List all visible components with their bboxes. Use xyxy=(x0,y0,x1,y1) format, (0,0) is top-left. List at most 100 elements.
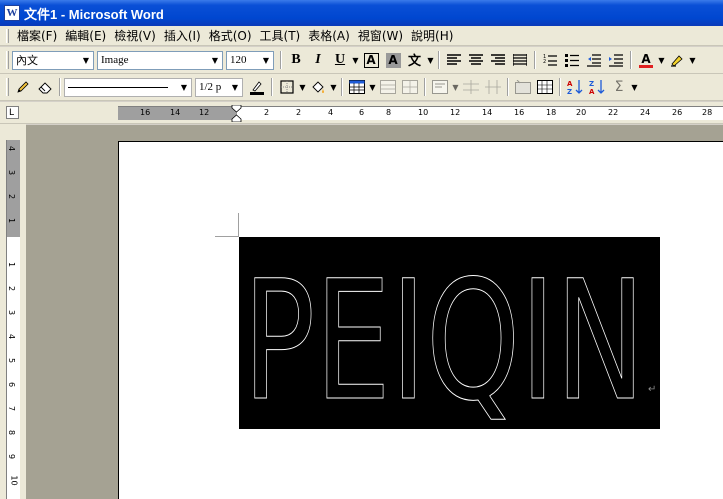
ruler-number: 8 xyxy=(7,429,17,436)
menu-table[interactable]: 表格(A) xyxy=(304,27,354,44)
autosum-button[interactable]: Σ xyxy=(608,76,630,98)
font-color-button[interactable]: A xyxy=(635,49,657,71)
character-shading-button[interactable]: A xyxy=(382,49,404,71)
sort-ascending-icon: AZ xyxy=(567,80,583,95)
separator xyxy=(507,78,509,96)
highlighter-icon xyxy=(671,55,683,67)
toolbar-options-icon[interactable]: ▼ xyxy=(630,83,639,92)
ruler-number: 4 xyxy=(7,145,17,152)
eraser-button[interactable] xyxy=(34,76,56,98)
highlight-dropdown-icon[interactable]: ▼ xyxy=(688,56,697,65)
menu-file[interactable]: 檔案(F) xyxy=(13,27,61,44)
align-left-button[interactable] xyxy=(443,49,465,71)
tab-selector[interactable]: L xyxy=(6,106,19,119)
phonetic-dropdown-icon[interactable]: ▼ xyxy=(426,56,435,65)
sort-descending-icon: ZA xyxy=(589,80,605,95)
toolbar-grip[interactable] xyxy=(6,51,9,69)
svg-text:A: A xyxy=(567,80,573,88)
svg-text:A: A xyxy=(589,88,595,95)
font-size-value: 120 xyxy=(230,54,247,66)
highlight-button[interactable] xyxy=(666,49,688,71)
menu-edit[interactable]: 編輯(E) xyxy=(61,27,110,44)
ruler-number: 3 xyxy=(7,309,17,316)
bold-button[interactable]: B xyxy=(285,49,307,71)
ruler-number: 14 xyxy=(170,108,181,117)
chevron-down-icon[interactable]: ▼ xyxy=(259,52,273,69)
svg-text:Z: Z xyxy=(589,80,594,88)
text-boundary-corner xyxy=(238,213,239,237)
line-style-preview xyxy=(65,81,177,93)
ruler-number: 1 xyxy=(7,217,17,224)
line-style-select[interactable]: ▼ xyxy=(64,77,192,97)
menu-format[interactable]: 格式(O) xyxy=(205,27,256,44)
ruler-number: 4 xyxy=(7,333,17,340)
separator xyxy=(271,78,273,96)
merge-cells-button[interactable] xyxy=(377,76,399,98)
insert-table-button[interactable] xyxy=(346,76,368,98)
pencil-icon xyxy=(17,81,29,93)
distribute-rows-button[interactable] xyxy=(460,76,482,98)
border-color-button[interactable] xyxy=(246,76,268,98)
ruler-number: 12 xyxy=(199,108,210,117)
menu-tools[interactable]: 工具(T) xyxy=(256,27,305,44)
split-cells-button[interactable] xyxy=(399,76,421,98)
menu-help[interactable]: 說明(H) xyxy=(407,27,457,44)
line-weight-select[interactable]: 1/2 p ▼ xyxy=(195,77,243,97)
document-page[interactable]: PEIQIN ↵ xyxy=(118,141,723,499)
ruler-number: 14 xyxy=(482,108,493,117)
distributed-align-button[interactable] xyxy=(509,49,531,71)
align-cell-button[interactable] xyxy=(429,76,451,98)
ruler-number: 26 xyxy=(672,108,683,117)
font-select[interactable]: Image ▼ xyxy=(97,50,223,70)
ruler-number: 12 xyxy=(450,108,461,117)
underline-dropdown-icon[interactable]: ▼ xyxy=(351,56,360,65)
chevron-down-icon[interactable]: ▼ xyxy=(208,52,222,69)
underline-button[interactable]: U xyxy=(329,49,351,71)
sort-descending-button[interactable]: ZA xyxy=(586,76,608,98)
chevron-down-icon[interactable]: ▼ xyxy=(79,52,93,69)
border-dropdown-icon[interactable]: ▼ xyxy=(298,83,307,92)
decrease-indent-button[interactable] xyxy=(583,49,605,71)
draw-table-button[interactable] xyxy=(12,76,34,98)
increase-indent-button[interactable] xyxy=(605,49,627,71)
menu-insert[interactable]: 插入(I) xyxy=(160,27,205,44)
ruler-number: 16 xyxy=(514,108,525,117)
font-size-select[interactable]: 120 ▼ xyxy=(226,50,274,70)
numbering-button[interactable]: 12 xyxy=(539,49,561,71)
align-cell-dropdown-icon[interactable]: ▼ xyxy=(451,83,460,92)
paint-bucket-icon xyxy=(312,81,324,93)
inserted-image[interactable]: PEIQIN xyxy=(239,237,660,438)
merge-cells-icon xyxy=(380,80,396,94)
ruler-number: 10 xyxy=(9,475,19,486)
italic-button[interactable]: I xyxy=(307,49,329,71)
style-select[interactable]: 內文 ▼ xyxy=(12,50,94,70)
insert-table-dropdown-icon[interactable]: ▼ xyxy=(368,83,377,92)
title-bar: W 文件1 - Microsoft Word xyxy=(0,0,723,26)
separator xyxy=(438,51,440,69)
increase-indent-icon xyxy=(609,54,623,67)
bullets-button[interactable] xyxy=(561,49,583,71)
font-color-dropdown-icon[interactable]: ▼ xyxy=(657,56,666,65)
menu-window[interactable]: 視窗(W) xyxy=(354,27,407,44)
distribute-columns-button[interactable] xyxy=(482,76,504,98)
chevron-down-icon[interactable]: ▼ xyxy=(177,79,191,96)
character-border-button[interactable]: A xyxy=(360,49,382,71)
chevron-down-icon[interactable]: ▼ xyxy=(228,79,242,96)
phonetic-guide-button[interactable]: 文 xyxy=(404,49,426,71)
menu-grip[interactable] xyxy=(6,28,9,43)
align-center-button[interactable] xyxy=(465,49,487,71)
table-autoformat-button[interactable] xyxy=(512,76,534,98)
outside-border-button[interactable] xyxy=(276,76,298,98)
shading-color-button[interactable] xyxy=(307,76,329,98)
horizontal-ruler[interactable]: 16 14 12 2 2 4 6 8 10 12 14 16 18 20 22 … xyxy=(118,105,723,122)
eraser-icon xyxy=(38,82,52,94)
sort-ascending-button[interactable]: AZ xyxy=(564,76,586,98)
shading-dropdown-icon[interactable]: ▼ xyxy=(329,83,338,92)
align-right-button[interactable] xyxy=(487,49,509,71)
menu-view[interactable]: 檢視(V) xyxy=(110,27,160,44)
show-gridlines-button[interactable] xyxy=(534,76,556,98)
word-app-icon[interactable]: W xyxy=(4,5,20,21)
vertical-ruler[interactable]: 4 3 2 1 1 2 3 4 5 6 7 8 9 10 xyxy=(0,124,26,499)
toolbar-grip[interactable] xyxy=(6,78,9,96)
separator xyxy=(280,51,282,69)
